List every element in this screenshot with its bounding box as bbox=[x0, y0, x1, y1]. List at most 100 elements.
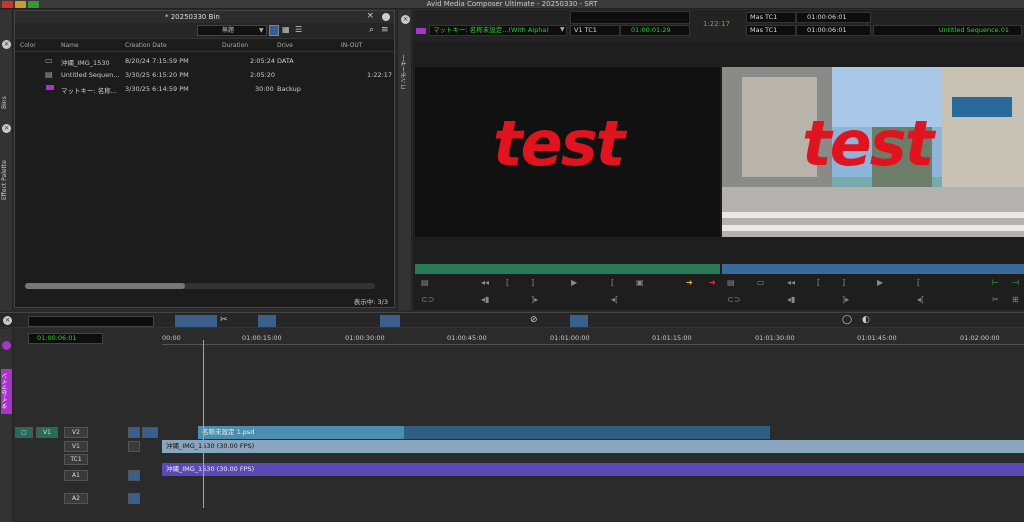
playhead[interactable] bbox=[203, 340, 204, 508]
clear-marks-icon[interactable]: ▭ bbox=[757, 278, 765, 287]
sync-icon[interactable]: ⊂⊃ bbox=[727, 295, 740, 304]
bin-row[interactable]: ▤ Untitled Sequen... 3/30/25 6:15:20 PM … bbox=[15, 67, 394, 81]
tab-timeline[interactable]: タイムライン bbox=[1, 369, 12, 414]
bin-row[interactable]: ▭ 沖縄_IMG_1530 8/20/24 7:15:59 PM 2:05:24… bbox=[15, 53, 394, 67]
sync-icon[interactable]: ⊂⊃ bbox=[421, 295, 434, 304]
clip-drive: DATA bbox=[277, 57, 294, 65]
v2-clip-tail[interactable] bbox=[404, 426, 770, 439]
tab-effect-palette[interactable]: Effect Palette bbox=[1, 150, 12, 210]
scrollbar-thumb[interactable] bbox=[25, 283, 185, 289]
tab-composer[interactable]: コンポーザー bbox=[400, 45, 411, 100]
hamburger-menu-icon[interactable]: ≡ bbox=[381, 25, 389, 35]
track-lock-icon[interactable] bbox=[128, 470, 140, 481]
effect-clip-icon bbox=[46, 85, 54, 90]
track-name-v2[interactable]: V2 bbox=[64, 427, 88, 438]
close-icon[interactable]: × bbox=[401, 15, 410, 24]
scissors-icon[interactable]: ✂ bbox=[220, 315, 228, 325]
segment-mode-buttons[interactable] bbox=[175, 315, 217, 327]
step-icon[interactable]: ◂▮ bbox=[787, 295, 795, 304]
track-name-tc1[interactable]: TC1 bbox=[64, 454, 88, 465]
track-name-a2[interactable]: A2 bbox=[64, 493, 88, 504]
close-icon[interactable] bbox=[2, 341, 11, 350]
close-icon[interactable]: × bbox=[2, 40, 11, 49]
mark-out-icon[interactable]: ] bbox=[531, 278, 534, 287]
source-tc-label[interactable]: V1 TC1 bbox=[570, 25, 620, 36]
extract-icon[interactable]: ⊣ bbox=[1012, 278, 1019, 287]
record-controls: ▤ ▭ ◂◂ [ ] ▶ [ ⊢ ⊣ bbox=[727, 278, 1024, 291]
track-name-a1[interactable]: A1 bbox=[64, 470, 88, 481]
triangle-toggle-icon[interactable] bbox=[570, 315, 588, 327]
grid-view-icon[interactable]: ▦ bbox=[282, 25, 292, 36]
record-track-v1[interactable]: V1 bbox=[36, 427, 58, 438]
record-monitor[interactable]: test bbox=[722, 67, 1024, 237]
step-back-icon[interactable]: ◂◂ bbox=[787, 278, 795, 287]
trim-icon[interactable]: ⊞ bbox=[1012, 295, 1019, 304]
column-header[interactable]: Color bbox=[20, 42, 36, 49]
mark-in-icon[interactable]: [ bbox=[506, 278, 509, 287]
bin-view-dropdown[interactable]: 無題 bbox=[197, 25, 267, 36]
list-view-icon[interactable] bbox=[258, 315, 276, 327]
script-view-icon[interactable]: ☰ bbox=[295, 25, 305, 36]
clip-name: マットキー: 名称... bbox=[61, 87, 117, 95]
track-lock-icon[interactable] bbox=[128, 427, 140, 438]
source-clip-menu[interactable]: マットキー: 名称未設定...(With Alpha) bbox=[429, 25, 567, 36]
column-header[interactable]: Duration bbox=[222, 42, 248, 49]
tab-bins[interactable]: Bins bbox=[1, 85, 12, 120]
mark-in-icon[interactable]: [ bbox=[817, 278, 820, 287]
mark-in-icon[interactable]: [ bbox=[917, 278, 920, 287]
mark-out-icon[interactable]: ] bbox=[842, 278, 845, 287]
close-icon[interactable]: × bbox=[2, 124, 11, 133]
column-header[interactable]: Name bbox=[61, 42, 79, 49]
close-icon[interactable]: × bbox=[3, 316, 12, 325]
a1-clip[interactable]: 沖縄_IMG_1530 (30.00 FPS) bbox=[162, 463, 1024, 476]
column-header[interactable]: Drive bbox=[277, 42, 293, 49]
list-view-icon[interactable] bbox=[269, 25, 279, 36]
link-toggle-icon[interactable] bbox=[380, 315, 400, 327]
splice-in-icon[interactable]: ➜ bbox=[686, 278, 693, 287]
source-monitor[interactable]: test bbox=[415, 67, 720, 237]
scissors-icon[interactable]: ✂ bbox=[992, 295, 999, 304]
close-icon[interactable]: × bbox=[366, 11, 374, 21]
v2-clip[interactable]: 名称未設定 1.psd bbox=[198, 426, 404, 439]
source-position-bar[interactable] bbox=[415, 264, 720, 274]
mark-in-icon[interactable]: [ bbox=[611, 278, 614, 287]
clip-date: 8/20/24 7:15:59 PM bbox=[125, 57, 189, 65]
go-to-in-icon[interactable]: ◂[ bbox=[917, 295, 924, 304]
track-name-v1[interactable]: V1 bbox=[64, 441, 88, 452]
menu-icon[interactable]: ▤ bbox=[727, 278, 735, 287]
record-tc-label[interactable]: Mas TC1 bbox=[746, 25, 796, 36]
clip-date: 3/30/25 6:15:20 PM bbox=[125, 71, 189, 79]
window-title: Avid Media Composer Ultimate - 20250330 … bbox=[426, 0, 598, 8]
monitor-track-icon[interactable]: ▢ bbox=[15, 427, 33, 438]
go-to-out-icon[interactable]: ]▸ bbox=[842, 295, 849, 304]
monitor-icon[interactable] bbox=[142, 427, 158, 438]
record-tc-label[interactable]: Mas TC1 bbox=[746, 12, 796, 23]
column-header[interactable]: Creation Date bbox=[125, 42, 167, 49]
step-back-icon[interactable]: ◂◂ bbox=[481, 278, 489, 287]
record-position-bar[interactable] bbox=[722, 264, 1024, 274]
record-sequence-menu[interactable]: Untitled Sequence.01 bbox=[873, 25, 1022, 36]
go-to-out-icon[interactable]: ]▸ bbox=[531, 295, 538, 304]
track-lock-icon[interactable] bbox=[128, 493, 140, 504]
overwrite-icon[interactable]: ➜ bbox=[709, 278, 716, 287]
shield-icon[interactable]: ◐ bbox=[862, 315, 870, 325]
search-icon[interactable]: ⌕ bbox=[369, 25, 374, 35]
timeline-panel: タイムライン 01:00:06:01 00:00 01:00:15:00 01:… bbox=[0, 329, 1024, 522]
menu-icon[interactable]: ▤ bbox=[421, 278, 429, 287]
lift-icon[interactable]: ⊢ bbox=[992, 278, 999, 287]
column-header[interactable]: IN-OUT bbox=[341, 42, 362, 49]
circle-icon[interactable]: ◯ bbox=[842, 315, 852, 325]
timecode-ruler[interactable]: 00:00 01:00:15:00 01:00:30:00 01:00:45:0… bbox=[162, 333, 1024, 345]
bin-row[interactable]: マットキー: 名称... 3/30/25 6:14:59 PM 30:00 Ba… bbox=[15, 81, 394, 95]
clear-marks-icon[interactable]: ▣ bbox=[636, 278, 644, 287]
track-lock-icon[interactable] bbox=[128, 441, 140, 452]
panel-menu-icon[interactable] bbox=[382, 13, 390, 21]
go-to-in-icon[interactable]: ◂[ bbox=[611, 295, 618, 304]
step-icon[interactable]: ◂▮ bbox=[481, 295, 489, 304]
bin-panel: * 20250330 Bin × 無題 ▼ ▦ ☰ ⌕ ≡ Color Name… bbox=[14, 10, 395, 308]
horizontal-scrollbar[interactable] bbox=[25, 283, 375, 289]
play-icon[interactable]: ▶ bbox=[877, 278, 883, 287]
circle-slash-icon[interactable]: ⊘ bbox=[530, 315, 538, 325]
v1-clip[interactable]: 沖縄_IMG_1530 (30.00 FPS) bbox=[162, 440, 1024, 453]
play-icon[interactable]: ▶ bbox=[571, 278, 577, 287]
